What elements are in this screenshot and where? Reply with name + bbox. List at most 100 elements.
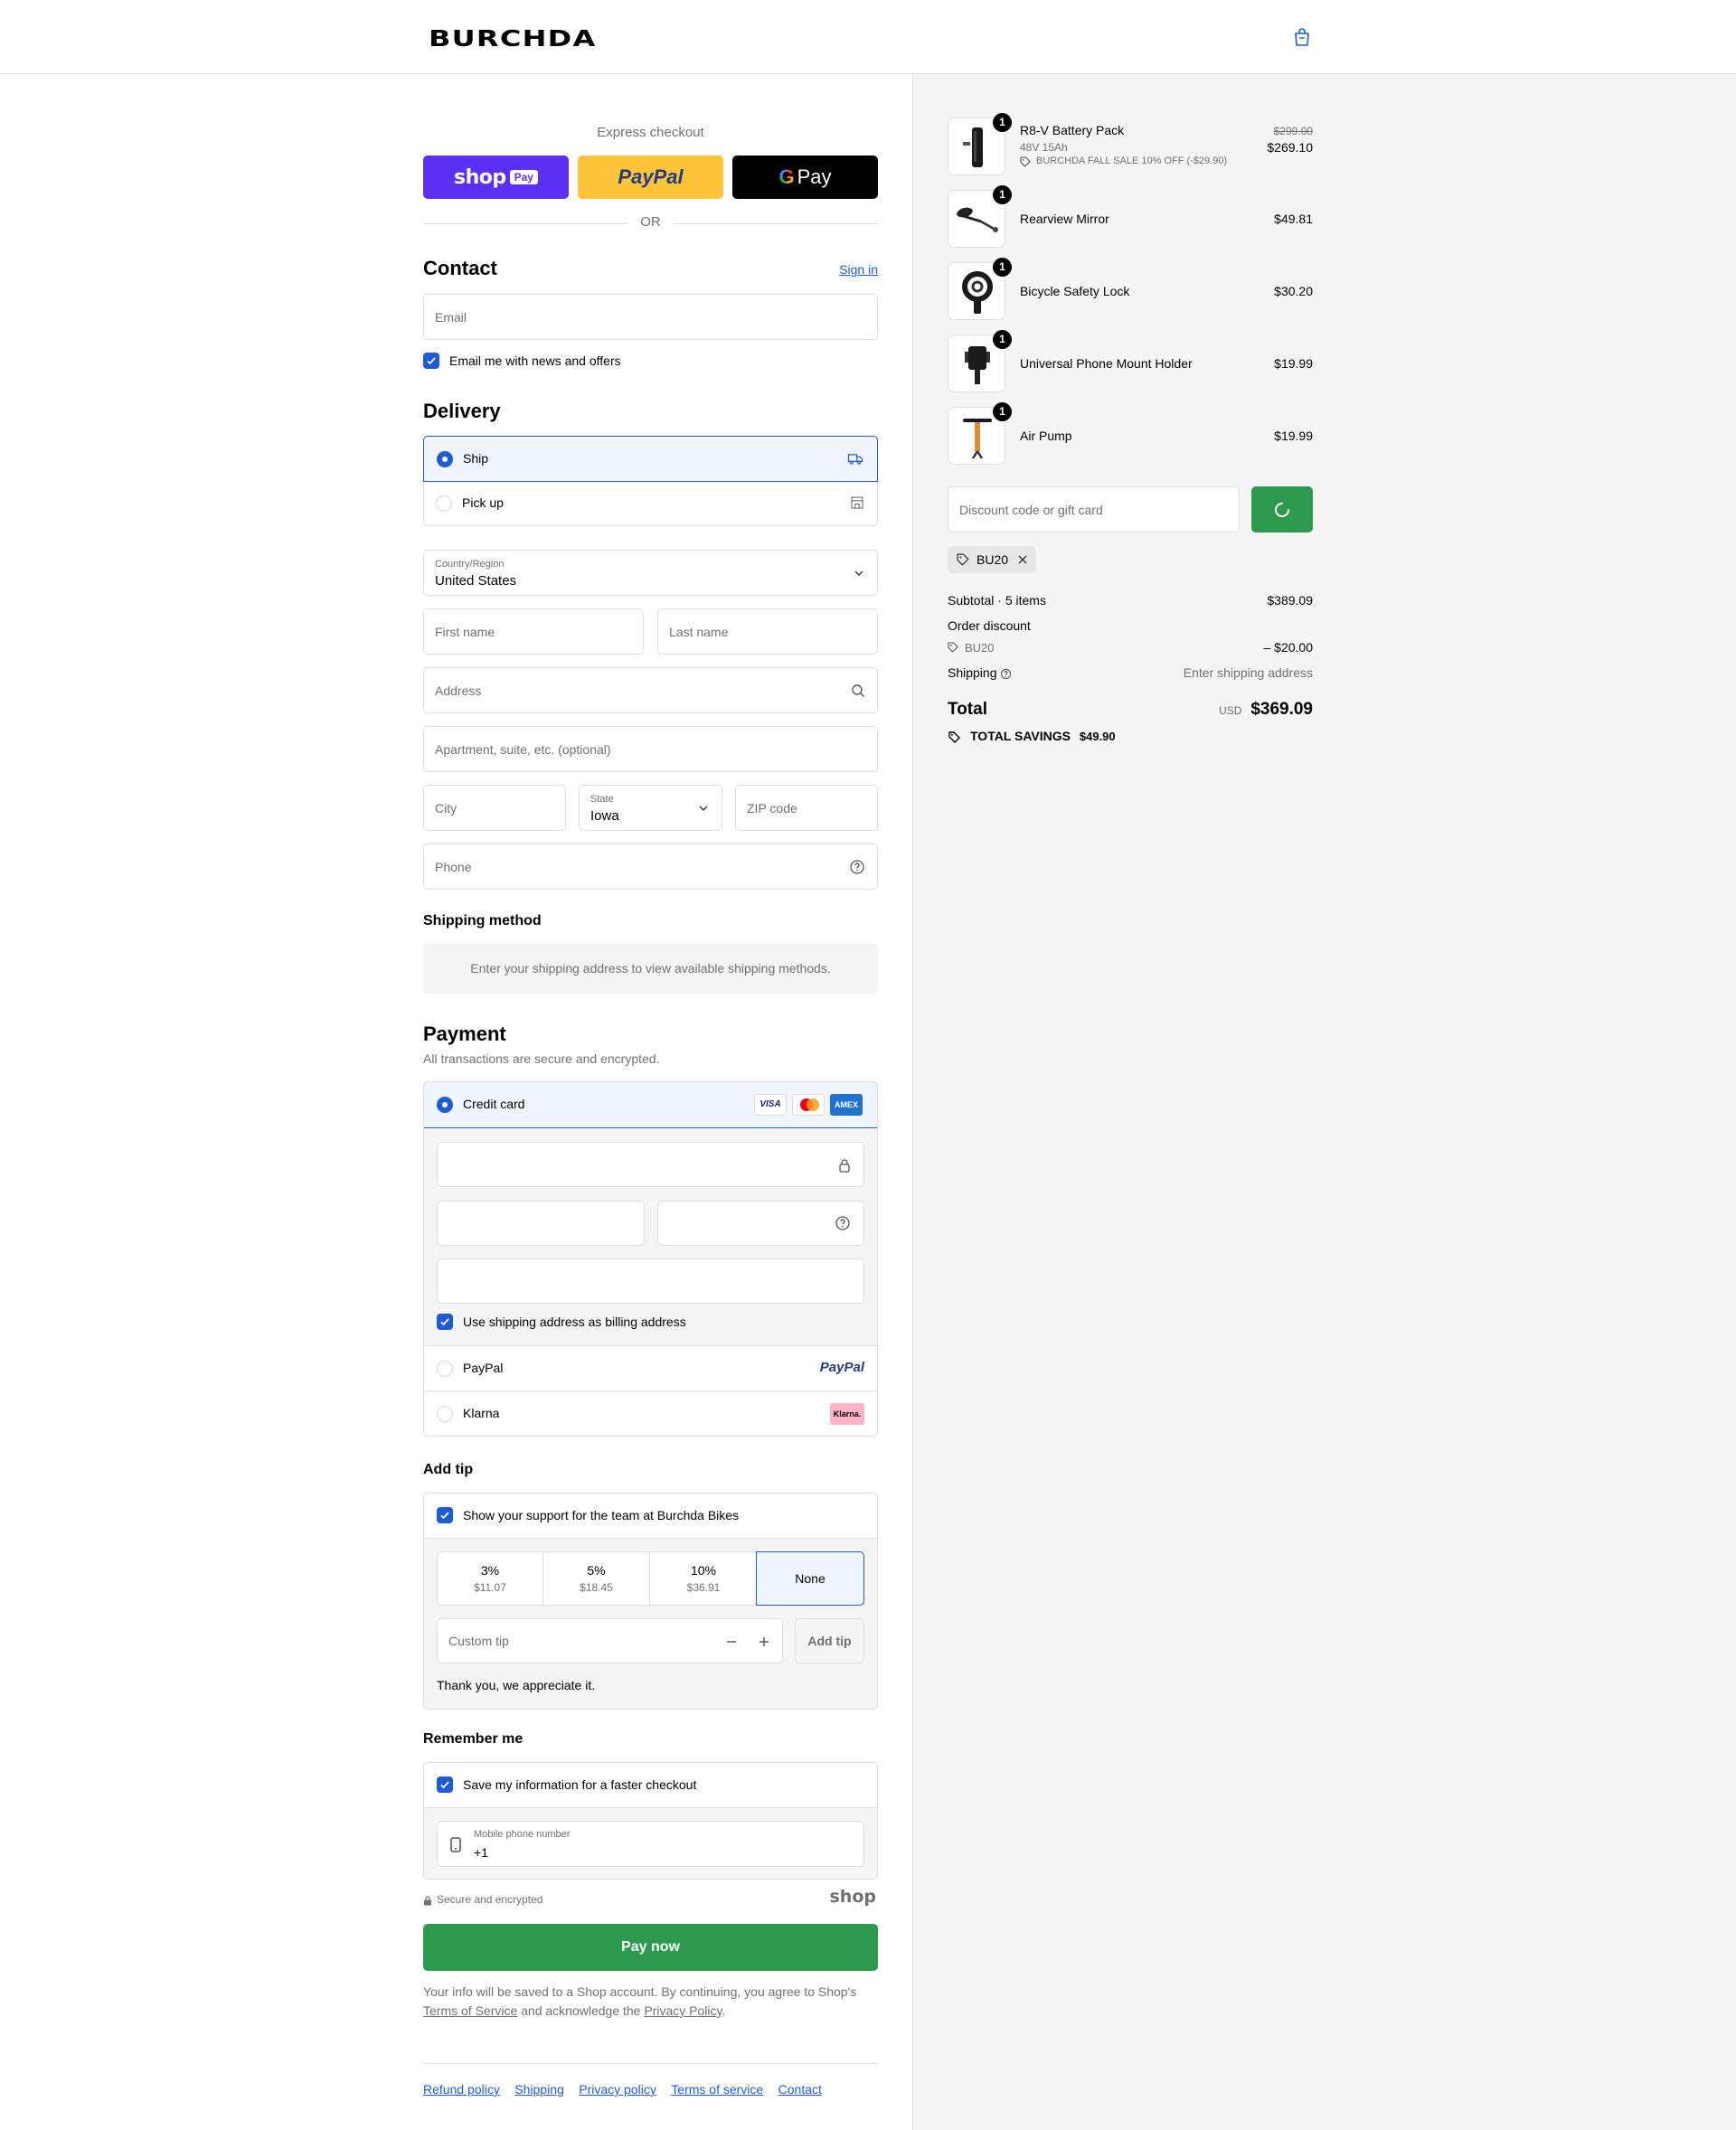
payment-methods: Credit card VISA AMEX Use shipping addre… xyxy=(423,1081,878,1437)
subtotal-value: $389.09 xyxy=(1267,593,1313,608)
delivery-option-ship[interactable]: Ship xyxy=(423,436,878,482)
state-select[interactable]: State Iowa xyxy=(579,785,722,831)
card-number-field[interactable] xyxy=(437,1142,864,1187)
klarna-radio[interactable] xyxy=(437,1406,453,1422)
help-circle-icon[interactable] xyxy=(1000,668,1012,680)
state-label: State xyxy=(590,794,614,805)
card-name-field[interactable] xyxy=(437,1258,864,1304)
zip-field[interactable]: ZIP code xyxy=(735,785,878,831)
payment-option-credit-card[interactable]: Credit card VISA AMEX xyxy=(424,1082,877,1128)
contact-heading: Contact xyxy=(423,257,497,279)
pickup-radio[interactable] xyxy=(436,495,452,512)
country-select[interactable]: Country/Region United States xyxy=(423,550,878,596)
payment-option-klarna[interactable]: Klarna Klarna. xyxy=(424,1390,877,1436)
shipping-method-notice: Enter your shipping address to view avai… xyxy=(423,943,878,994)
footer-link-refund-policy[interactable]: Refund policy xyxy=(423,2082,500,2097)
item-name: Air Pump xyxy=(1020,429,1072,443)
google-pay-label: Pay xyxy=(797,165,832,188)
plus-icon[interactable] xyxy=(758,1635,770,1648)
help-circle-icon[interactable] xyxy=(849,859,865,875)
card-details-panel: Use shipping address as billing address xyxy=(424,1128,877,1345)
payment-option-paypal[interactable]: PayPal PayPal xyxy=(424,1345,877,1390)
apply-discount-button[interactable] xyxy=(1251,486,1313,532)
tip-option-3[interactable]: 3% $11.07 xyxy=(438,1552,543,1605)
address-field[interactable]: Address xyxy=(423,667,878,713)
quantity-badge: 1 xyxy=(993,330,1012,349)
zip-placeholder: ZIP code xyxy=(747,800,797,815)
sign-in-link[interactable]: Sign in xyxy=(839,262,878,277)
email-field[interactable]: Email xyxy=(423,294,878,340)
line-item: 1 Universal Phone Mount Holder $19.99 xyxy=(948,330,1313,392)
add-tip-button[interactable]: Add tip xyxy=(795,1618,864,1663)
express-checkout-label: Express checkout xyxy=(597,125,704,140)
payment-heading: Payment xyxy=(423,1023,506,1045)
footer-link-terms-of-service[interactable]: Terms of service xyxy=(671,2082,763,2097)
pay-now-button[interactable]: Pay now xyxy=(423,1924,878,1971)
card-expiry-field[interactable] xyxy=(437,1201,645,1246)
apartment-field[interactable]: Apartment, suite, etc. (optional) xyxy=(423,726,878,772)
footer-link-shipping[interactable]: Shipping xyxy=(514,2082,564,2097)
ship-radio[interactable] xyxy=(437,451,453,467)
phone-field[interactable]: Phone xyxy=(423,844,878,890)
visa-icon: VISA xyxy=(754,1094,787,1116)
city-field[interactable]: City xyxy=(423,785,566,831)
footer-link-contact[interactable]: Contact xyxy=(778,2082,822,2097)
tip-option-10[interactable]: 10% $36.91 xyxy=(650,1552,757,1605)
battery-pack-image xyxy=(963,127,983,167)
pickup-label: Pick up xyxy=(462,495,504,510)
privacy-policy-link[interactable]: Privacy Policy xyxy=(644,2003,722,2018)
country-value: United States xyxy=(435,573,517,589)
discount-amount: – $20.00 xyxy=(1263,640,1314,655)
tip-option-5[interactable]: 5% $18.45 xyxy=(543,1552,650,1605)
discount-code-field[interactable]: Discount code or gift card xyxy=(948,486,1240,532)
shop-logo: shop xyxy=(829,1887,877,1907)
discount-code-placeholder: Discount code or gift card xyxy=(959,502,1103,517)
tag-icon xyxy=(948,642,958,653)
item-name: R8-V Battery Pack xyxy=(1020,123,1125,137)
tip-amount: $18.45 xyxy=(580,1581,613,1594)
item-original-price: $299.00 xyxy=(1273,125,1313,137)
total-label: Total xyxy=(948,700,987,719)
billing-same-checkbox[interactable] xyxy=(437,1314,453,1330)
check-icon xyxy=(440,1781,449,1789)
paypal-express-button[interactable]: PayPal xyxy=(578,156,723,199)
custom-tip-field[interactable]: Custom tip xyxy=(437,1618,783,1663)
footer-links: Refund policy Shipping Privacy policy Te… xyxy=(423,2082,833,2098)
bag-icon[interactable] xyxy=(1291,26,1313,48)
news-checkbox-label: Email me with news and offers xyxy=(449,353,621,368)
tip-heading: Add tip xyxy=(423,1462,474,1477)
footer-link-privacy-policy[interactable]: Privacy policy xyxy=(579,2082,656,2097)
truck-icon xyxy=(847,454,863,465)
first-name-field[interactable]: First name xyxy=(423,608,644,655)
item-name: Universal Phone Mount Holder xyxy=(1020,356,1193,371)
order-discount-row: Order discount xyxy=(948,618,1313,633)
minus-icon[interactable] xyxy=(725,1635,738,1648)
tip-support-checkbox[interactable] xyxy=(437,1507,453,1523)
shipping-value: Enter shipping address xyxy=(1183,665,1313,680)
help-circle-icon[interactable] xyxy=(835,1215,851,1231)
city-placeholder: City xyxy=(435,800,458,815)
paypal-radio[interactable] xyxy=(437,1361,453,1377)
check-icon xyxy=(440,1318,449,1326)
shop-pay-button[interactable]: shop Pay xyxy=(423,156,569,199)
store-icon xyxy=(851,496,863,509)
discount-code-label: BU20 xyxy=(965,641,995,655)
brand-logo[interactable]: BURCHDA xyxy=(429,25,597,52)
item-price: $49.81 xyxy=(1274,212,1313,226)
save-info-checkbox[interactable] xyxy=(437,1777,453,1793)
last-name-field[interactable]: Last name xyxy=(657,608,878,655)
last-name-placeholder: Last name xyxy=(669,624,729,639)
delivery-option-pickup[interactable]: Pick up xyxy=(424,482,877,526)
item-price: $19.99 xyxy=(1274,356,1313,371)
google-pay-button[interactable]: G Pay xyxy=(732,156,878,199)
mobile-phone-field[interactable]: Mobile phone number +1 xyxy=(437,1821,864,1867)
news-checkbox[interactable] xyxy=(423,353,439,369)
credit-card-radio[interactable] xyxy=(437,1097,453,1113)
quantity-badge: 1 xyxy=(993,185,1012,204)
remember-me-section: Save my information for a faster checkou… xyxy=(423,1762,878,1880)
terms-of-service-link[interactable]: Terms of Service xyxy=(423,2003,517,2018)
card-security-code-field[interactable] xyxy=(657,1201,864,1246)
mobile-phone-label: Mobile phone number xyxy=(474,1829,571,1840)
close-icon[interactable] xyxy=(1017,554,1028,565)
tip-option-none[interactable]: None xyxy=(756,1551,864,1606)
